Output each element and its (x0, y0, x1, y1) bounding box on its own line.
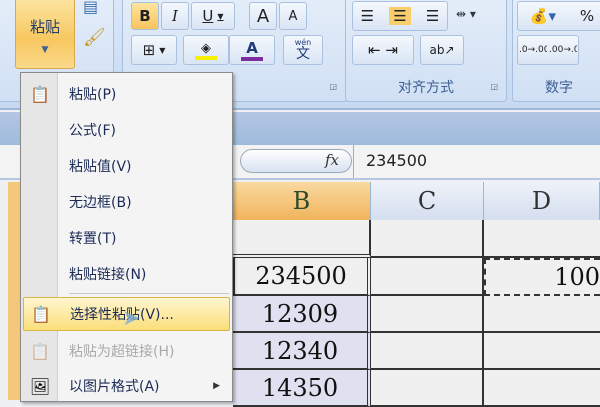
currency-icon[interactable]: 💰▾ (530, 7, 556, 25)
decrease-decimal-button[interactable]: .00→.0 (549, 45, 577, 55)
align-center-icon[interactable]: ☰ (389, 7, 411, 25)
menu-item-label: 公式(F) (69, 123, 116, 139)
paste-dropdown-menu: 📋 粘贴(P) 公式(F) 粘贴值(V) 无边框(B) 转置(T) 粘贴链接(N)… (20, 72, 233, 402)
menu-item-label: 粘贴(P) (69, 87, 117, 103)
cell-c1[interactable] (371, 220, 484, 258)
cell-b5[interactable]: 14350 (233, 370, 371, 407)
format-painter-icon[interactable]: 🖌 (83, 27, 106, 48)
font-color-button[interactable]: A (229, 35, 275, 65)
decrease-indent-icon[interactable]: ⇤ (368, 41, 381, 59)
paste-special-icon: 📋 (31, 304, 51, 324)
menu-item-label: 无边框(B) (69, 195, 132, 211)
number-label: 数字 (545, 80, 573, 96)
borders-button[interactable]: ⊞ ▼ (131, 35, 177, 65)
column-header-d[interactable]: D (484, 182, 600, 220)
borders-icon: ⊞ (142, 41, 156, 59)
submenu-arrow-icon: ▶ (213, 381, 220, 391)
menu-item-formulas[interactable]: 公式(F) (23, 113, 230, 147)
cell-d1[interactable] (484, 220, 600, 258)
column-header-c[interactable]: C (371, 182, 484, 220)
menu-item-paste-link[interactable]: 粘贴链接(N) (23, 257, 230, 291)
number-format-buttons: 💰▾% (517, 1, 600, 31)
divider (353, 145, 354, 178)
cell-d5[interactable] (484, 370, 600, 407)
cell-d4[interactable] (484, 333, 600, 370)
menu-item-label: 粘贴值(V) (69, 159, 132, 175)
menu-item-as-picture[interactable]: 🖼 以图片格式(A) ▶ (23, 369, 230, 403)
picture-icon: 🖼 (29, 376, 51, 396)
chevron-down-icon: ▼ (217, 11, 224, 21)
cell-d2-copy-marquee[interactable]: 100 (484, 258, 600, 296)
indent-buttons[interactable]: ⇤ ⇥ (352, 35, 414, 65)
cell-b3[interactable]: 12309 (233, 296, 371, 333)
menu-item-paste[interactable]: 📋 粘贴(P) (23, 77, 230, 111)
phonetic-label: 文 (296, 46, 310, 62)
font-color-label: A (246, 39, 258, 57)
cell-d3[interactable] (484, 296, 600, 333)
formula-input[interactable]: 234500 (366, 151, 427, 170)
chevron-down-icon: ▼ (41, 45, 49, 55)
cell-c2[interactable] (371, 258, 484, 296)
paint-bucket-icon: ◈ (201, 40, 211, 56)
percent-button[interactable]: % (580, 7, 594, 25)
cell-c3[interactable] (371, 296, 484, 333)
cell-b1[interactable] (233, 220, 371, 258)
fill-color-button[interactable]: ◈ (183, 35, 229, 65)
alignment-group: ☰ ☰ ☰ ⇹ ▾ ⇤ ⇥ ab↗ 对齐方式 ◲ (345, 0, 507, 102)
decimal-buttons: .0→.00.00→.0 (517, 35, 579, 65)
align-right-icon[interactable]: ☰ (426, 7, 439, 25)
orientation-button[interactable]: ab↗ (420, 35, 464, 65)
clipboard-icon: 📋 (30, 84, 50, 104)
alignment-label: 对齐方式 (398, 80, 454, 96)
menu-item-label: 粘贴为超链接(H) (69, 344, 175, 360)
chevron-down-icon: ▼ (159, 45, 166, 55)
increase-decimal-button[interactable]: .0→.00 (519, 45, 547, 55)
merge-center-icon[interactable]: ⇹ ▾ (456, 7, 476, 21)
paste-button[interactable]: 粘贴 ▼ (15, 0, 75, 69)
italic-button[interactable]: I (161, 2, 189, 30)
font-color-swatch (241, 57, 263, 61)
cell-b2[interactable]: 234500 (233, 258, 371, 296)
menu-item-label: 以图片格式(A) (69, 379, 160, 395)
menu-item-transpose[interactable]: 转置(T) (23, 221, 230, 255)
align-buttons: ☰ ☰ ☰ (352, 1, 448, 31)
menu-item-paste-values[interactable]: 粘贴值(V) (23, 149, 230, 183)
grow-font-button[interactable]: A (249, 2, 277, 30)
mouse-cursor-icon: ➤ (122, 306, 141, 331)
paste-label: 粘贴 (29, 18, 60, 36)
shrink-font-button[interactable]: A (279, 2, 307, 30)
align-left-icon[interactable]: ☰ (361, 7, 374, 25)
phonetic-button[interactable]: wén 文 (283, 35, 323, 65)
paste-hyperlink-icon: 📋 (30, 341, 50, 361)
bold-button[interactable]: B (131, 2, 159, 30)
fill-color-swatch (195, 55, 217, 60)
cell-c4[interactable] (371, 333, 484, 370)
number-group: 💰▾% .0→.00.00→.0 数字 (512, 0, 600, 102)
dialog-launcher-icon[interactable]: ◲ (329, 82, 337, 91)
cell-b4[interactable]: 12340 (233, 333, 371, 370)
copy-icon[interactable]: ▤ (83, 0, 98, 16)
menu-item-label: 转置(T) (69, 231, 117, 247)
menu-item-no-borders[interactable]: 无边框(B) (23, 185, 230, 219)
menu-separator (69, 293, 229, 294)
orientation-icon: ab↗ (429, 43, 455, 57)
underline-button[interactable]: U ▼ (191, 2, 235, 30)
menu-item-paste-as-hyperlink: 📋 粘贴为超链接(H) (23, 334, 230, 368)
underline-label: U (202, 7, 214, 25)
column-header-b[interactable]: B (233, 182, 371, 220)
dialog-launcher-icon[interactable]: ◲ (490, 82, 498, 91)
increase-indent-icon[interactable]: ⇥ (385, 41, 398, 59)
fx-icon[interactable]: fx (325, 151, 339, 169)
menu-item-label: 粘贴链接(N) (69, 267, 147, 283)
cell-c5[interactable] (371, 370, 484, 407)
